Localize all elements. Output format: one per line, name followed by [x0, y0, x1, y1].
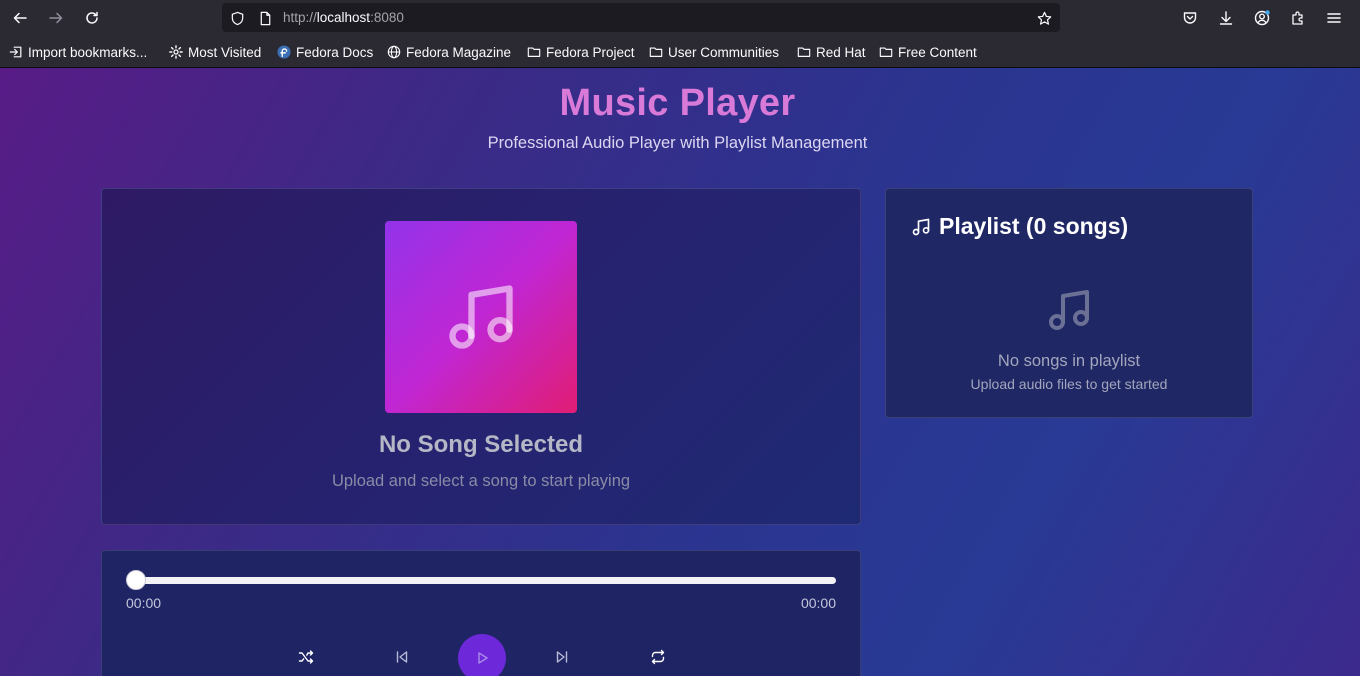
music-note-icon: [912, 218, 930, 235]
bookmark-label: Most Visited: [188, 44, 262, 60]
progress-thumb[interactable]: [126, 570, 146, 590]
reload-icon: [86, 11, 98, 24]
page-icon[interactable]: [257, 10, 273, 26]
folder-icon: [649, 47, 663, 57]
previous-button[interactable]: [390, 645, 414, 669]
bookmark-star-icon[interactable]: [1036, 10, 1052, 26]
album-art: [385, 221, 577, 413]
bookmark-label: Free Content: [898, 44, 977, 60]
current-time: 00:00: [126, 595, 162, 611]
pocket-button[interactable]: [1178, 6, 1202, 30]
shield-icon[interactable]: [229, 10, 245, 26]
bookmarks-toolbar: Import bookmarks... Most Visited Fedora …: [0, 36, 1360, 68]
song-subtitle: Upload and select a song to start playin…: [331, 472, 631, 490]
forward-button[interactable]: [44, 6, 68, 30]
repeat-button[interactable]: [646, 645, 670, 669]
shuffle-icon: [298, 650, 314, 664]
bookmark-free-content[interactable]: Free Content: [879, 44, 977, 60]
player-controls-card: 00:00 00:00: [101, 550, 861, 676]
folder-icon: [797, 47, 811, 57]
downloads-button[interactable]: [1214, 6, 1238, 30]
bookmark-label: Fedora Magazine: [406, 44, 512, 60]
empty-playlist-subtitle: Upload audio files to get started: [970, 376, 1168, 392]
extensions-button[interactable]: [1286, 6, 1310, 30]
repeat-icon: [651, 649, 665, 665]
empty-playlist-title: No songs in playlist: [997, 352, 1141, 370]
folder-icon: [527, 47, 541, 57]
bookmark-user-communities[interactable]: User Communities: [649, 44, 779, 60]
empty-playlist-music-icon: [1049, 290, 1089, 330]
url-bar[interactable]: http://localhost:8080: [222, 3, 1060, 32]
bookmark-import[interactable]: Import bookmarks...: [9, 44, 147, 60]
url-text[interactable]: http://localhost:8080: [283, 10, 404, 25]
bookmark-label: Red Hat: [816, 44, 866, 60]
music-note-icon: [449, 285, 513, 349]
folder-icon: [879, 47, 893, 57]
download-icon: [1219, 11, 1233, 25]
now-playing-card: No Song Selected Upload and select a son…: [101, 188, 861, 525]
song-title: No Song Selected: [378, 431, 584, 458]
account-icon: [1254, 10, 1270, 26]
page-subtitle: Professional Audio Player with Playlist …: [487, 134, 868, 152]
globe-icon: [387, 45, 401, 59]
browser-toolbar: http://localhost:8080: [0, 0, 1360, 36]
arrow-left-icon: [13, 12, 27, 24]
playlist-header: Playlist (0 songs): [911, 213, 1128, 240]
back-button[interactable]: [8, 6, 32, 30]
bookmark-label: Fedora Project: [546, 44, 635, 60]
playlist-title: Playlist (0 songs): [939, 213, 1129, 239]
bookmark-fedora-magazine[interactable]: Fedora Magazine: [387, 44, 511, 60]
account-button[interactable]: [1250, 6, 1274, 30]
gear-icon: [169, 45, 183, 59]
progress-bar[interactable]: [136, 577, 836, 584]
playlist-card: Playlist (0 songs) No songs in playlist …: [885, 188, 1253, 418]
menu-button[interactable]: [1322, 6, 1346, 30]
music-player-page: Music Player Professional Audio Player w…: [0, 68, 1360, 676]
shuffle-button[interactable]: [294, 645, 318, 669]
next-button[interactable]: [550, 645, 574, 669]
reload-button[interactable]: [80, 6, 104, 30]
bookmark-fedora-project[interactable]: Fedora Project: [527, 44, 635, 60]
hamburger-menu-icon: [1327, 13, 1341, 23]
arrow-right-icon: [49, 12, 63, 24]
bookmark-label: User Communities: [668, 44, 780, 60]
play-icon: [478, 652, 488, 664]
bookmark-label: Import bookmarks...: [28, 44, 148, 60]
duration-time: 00:00: [800, 595, 836, 611]
puzzle-icon: [1292, 11, 1303, 25]
skip-back-icon: [396, 651, 408, 663]
import-icon: [9, 46, 22, 58]
skip-forward-icon: [556, 651, 568, 663]
bookmark-red-hat[interactable]: Red Hat: [797, 44, 866, 60]
page-title: Music Player: [559, 82, 796, 124]
play-button[interactable]: [458, 634, 506, 676]
fedora-icon: [277, 45, 291, 59]
bookmark-fedora-docs[interactable]: Fedora Docs: [277, 44, 373, 60]
bookmark-most-visited[interactable]: Most Visited: [169, 44, 261, 60]
pocket-icon: [1183, 12, 1197, 24]
bookmark-label: Fedora Docs: [296, 44, 374, 60]
